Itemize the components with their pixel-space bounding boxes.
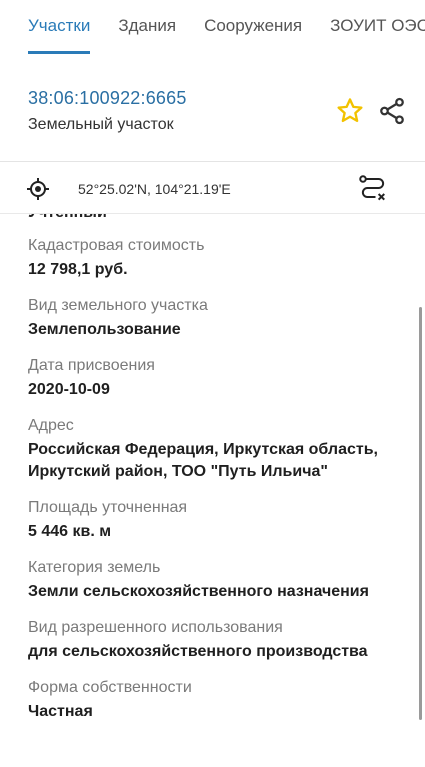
tab-bar: Участки Здания Сооружения ЗОУИТ ОЭС: [0, 0, 425, 54]
field-assignment-date: Дата присвоения 2020-10-09: [28, 356, 408, 401]
field-land-category: Категория земель Земли сельскохозяйствен…: [28, 558, 408, 603]
scrollbar[interactable]: [419, 307, 422, 720]
field-ownership: Форма собственности Частная: [28, 678, 408, 723]
field-value: Земли сельскохозяйственного назначения: [28, 583, 369, 600]
field-label: Кадастровая стоимость: [28, 237, 205, 254]
field-label: Вид земельного участка: [28, 297, 208, 314]
clipped-value: Учтенный: [28, 214, 107, 222]
field-value: Землепользование: [28, 321, 181, 338]
field-value: 2020-10-09: [28, 381, 110, 398]
field-label: Площадь уточненная: [28, 499, 188, 516]
parcel-type: Земельный участок: [28, 116, 174, 133]
tab-zouit[interactable]: ЗОУИТ ОЭС: [316, 0, 425, 54]
fields-list: Кадастровая стоимость 12 798,1 руб. Вид …: [28, 236, 408, 738]
star-icon[interactable]: [335, 96, 365, 126]
field-label: Категория земель: [28, 559, 161, 576]
tab-structures[interactable]: Сооружения: [190, 0, 316, 54]
field-value: для сельскохозяйственного производства: [28, 643, 368, 660]
route-icon[interactable]: [358, 174, 388, 204]
field-value: Российская Федерация, Иркутская область,…: [28, 441, 378, 480]
field-area: Площадь уточненная 5 446 кв. м: [28, 498, 408, 543]
parcel-details[interactable]: Учтенный Кадастровая стоимость 12 798,1 …: [0, 214, 425, 767]
coordinates-bar: 52°25.02'N, 104°21.19'E: [0, 162, 425, 214]
tab-parcels[interactable]: Участки: [0, 0, 104, 54]
coordinates-text[interactable]: 52°25.02'N, 104°21.19'E: [78, 181, 231, 197]
target-icon[interactable]: [26, 177, 50, 201]
field-label: Адрес: [28, 417, 74, 434]
field-permitted-use: Вид разрешенного использования для сельс…: [28, 618, 408, 663]
tab-buildings[interactable]: Здания: [104, 0, 190, 54]
field-address: Адрес Российская Федерация, Иркутская об…: [28, 416, 408, 483]
field-label: Форма собственности: [28, 679, 192, 696]
field-value: 5 446 кв. м: [28, 523, 112, 540]
field-parcel-kind: Вид земельного участка Землепользование: [28, 296, 408, 341]
field-label: Вид разрешенного использования: [28, 619, 283, 636]
field-label: Дата присвоения: [28, 357, 155, 374]
cadastral-number[interactable]: 38:06:100922:6665: [28, 88, 187, 109]
parcel-header: 38:06:100922:6665 Земельный участок: [0, 54, 425, 162]
field-value: 12 798,1 руб.: [28, 261, 128, 278]
field-cadastral-value: Кадастровая стоимость 12 798,1 руб.: [28, 236, 408, 281]
field-value: Частная: [28, 703, 93, 720]
share-icon[interactable]: [377, 96, 407, 126]
